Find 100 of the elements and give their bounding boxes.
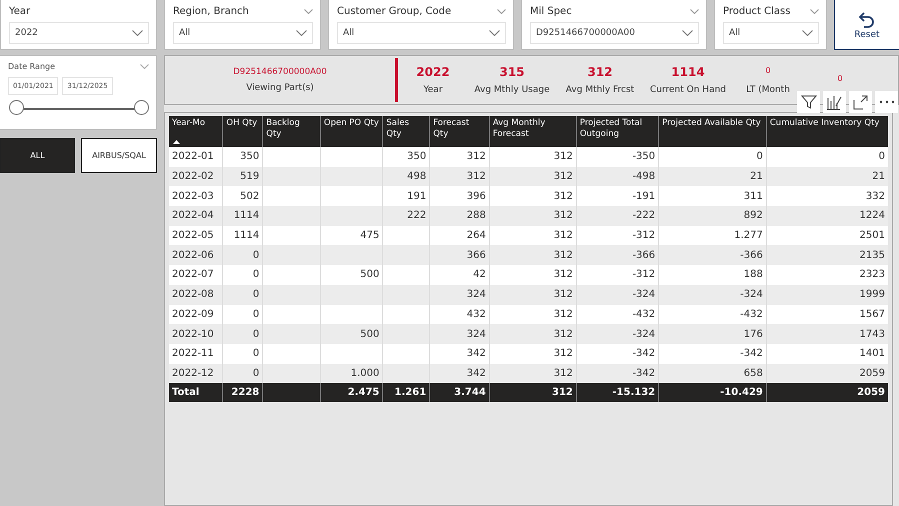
column-header[interactable]: Avg Monthly Forecast [489, 116, 576, 147]
table-cell: 21 [766, 166, 888, 186]
table-cell: 432 [430, 304, 490, 324]
column-header[interactable]: Backlog Qty [262, 116, 320, 147]
table-cell: 342 [430, 344, 490, 364]
table-cell: 2501 [766, 226, 888, 246]
table-cell: 502 [222, 186, 263, 206]
chevron-icon[interactable] [304, 8, 313, 14]
column-header[interactable]: Cumulative Inventory Qty [766, 116, 888, 147]
total-cell: 312 [489, 383, 576, 402]
kpi-label: Viewing Part(s) [246, 83, 314, 93]
chevron-icon[interactable] [132, 30, 143, 36]
table-cell: 312 [489, 186, 576, 206]
table-cell: -222 [576, 206, 659, 226]
table-cell: 0 [222, 364, 263, 384]
column-header[interactable]: Open PO Qty [320, 116, 383, 147]
table-cell: 312 [489, 147, 576, 167]
table-cell: 0 [766, 147, 888, 167]
total-cell: -10.429 [658, 383, 766, 402]
table-cell: 312 [430, 147, 490, 167]
table-cell: 2135 [766, 245, 888, 266]
dropdown-field[interactable]: All [337, 22, 506, 44]
dropdown-field[interactable]: All [723, 22, 819, 44]
table-cell: 342 [430, 364, 490, 384]
table-cell: 2022-01 [169, 147, 223, 167]
dropdown-field[interactable]: 2022 [9, 22, 149, 44]
table-cell: -432 [658, 304, 766, 324]
range-slider[interactable] [9, 101, 149, 116]
expand-icon[interactable] [849, 91, 872, 113]
table-cell: 1401 [766, 344, 888, 364]
total-cell: 1.261 [382, 383, 430, 402]
column-header[interactable]: OH Qty [222, 116, 263, 147]
table-cell: 332 [766, 186, 888, 206]
kpi-label: Avg Mthly Frcst [566, 85, 634, 95]
column-header[interactable]: Projected Total Outgoing [576, 116, 659, 147]
table-cell: 498 [382, 166, 430, 186]
table-cell: 42 [430, 265, 490, 285]
table-cell: 2022-09 [169, 304, 223, 324]
table-cell: 500 [320, 324, 383, 344]
slicer-title: Year [9, 6, 30, 16]
table-cell: 176 [658, 324, 766, 344]
slicer-title: Date Range [8, 62, 56, 70]
table-cell: -324 [576, 284, 659, 304]
chevron-icon[interactable] [497, 8, 506, 14]
table-cell: 2022-04 [169, 206, 223, 226]
chevron-icon[interactable] [690, 8, 699, 14]
table-cell: 1114 [222, 226, 263, 246]
chevron-icon[interactable] [489, 30, 500, 36]
table-cell: 0 [222, 245, 263, 266]
slicer-title: Customer Group, Code [337, 6, 452, 16]
filter-icon[interactable] [797, 91, 820, 113]
column-header[interactable]: Year-Mo [169, 116, 223, 147]
table-cell: 2022-02 [169, 166, 223, 186]
undo-arrow-icon [858, 11, 876, 29]
table-cell: 312 [489, 324, 576, 344]
chevron-icon[interactable] [682, 30, 693, 36]
table-cell: 500 [320, 265, 383, 285]
table-cell: 1.277 [658, 226, 766, 246]
table-cell: 264 [430, 226, 490, 246]
column-header[interactable]: Projected Available Qty [658, 116, 766, 147]
total-cell: -15.132 [576, 383, 659, 402]
table-cell: 0 [222, 284, 263, 304]
table-cell: 1.000 [320, 364, 383, 384]
chevron-icon[interactable] [296, 30, 307, 36]
kpi-value: 1114 [671, 65, 705, 79]
chevron-icon[interactable] [140, 64, 149, 68]
filter-button[interactable]: AIRBUS/SQAL [81, 138, 157, 173]
table-cell: 311 [658, 186, 766, 206]
dropdown-field[interactable]: D9251466700000A00 [530, 22, 699, 44]
table-cell: -342 [658, 344, 766, 364]
table-cell: 312 [489, 344, 576, 364]
kpi-value: 0 [837, 74, 843, 82]
table-cell: 312 [489, 265, 576, 285]
table-cell: 1743 [766, 324, 888, 344]
column-header[interactable]: Forecast Qty [430, 116, 490, 147]
reset-button[interactable]: Reset [834, 0, 899, 50]
kpi-value: 312 [587, 65, 613, 79]
filter-button[interactable]: ALL [0, 138, 75, 173]
table-cell: 0 [222, 265, 263, 285]
kpi-label: Avg Mthly Usage [474, 85, 550, 95]
table-cell: -432 [576, 304, 659, 324]
chevron-icon[interactable] [810, 8, 819, 14]
table-cell: 2022-06 [169, 245, 223, 266]
dropdown-field[interactable]: All [173, 22, 313, 44]
table-cell: 396 [430, 186, 490, 206]
slicer-title: Region, Branch [173, 6, 249, 16]
chart-edit-icon[interactable] [823, 91, 846, 113]
table-cell: 2022-11 [169, 344, 223, 364]
table-cell: 892 [658, 206, 766, 226]
chevron-icon[interactable] [802, 30, 813, 36]
kpi-value: 0 [765, 66, 771, 74]
kpi-value: 2022 [416, 65, 450, 79]
more-options-icon[interactable] [875, 91, 898, 113]
table-cell: 288 [430, 206, 490, 226]
total-cell: 2059 [766, 383, 888, 402]
column-header[interactable]: Sales Qty [382, 116, 430, 147]
table-cell: 0 [222, 344, 263, 364]
table-cell: 312 [489, 284, 576, 304]
sort-icon[interactable] [173, 140, 180, 144]
table-cell: 2022-10 [169, 324, 223, 344]
